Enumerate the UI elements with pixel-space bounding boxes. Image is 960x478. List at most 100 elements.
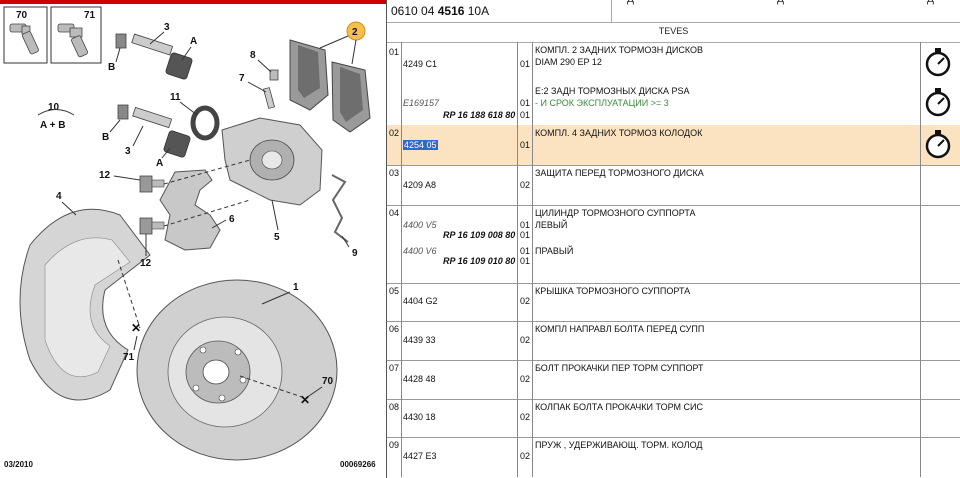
boot-a-bottom [163, 130, 191, 158]
quantity: 01 [520, 59, 531, 69]
callout-8: 8 [250, 50, 256, 61]
part-code[interactable]: 4439 33 [403, 335, 436, 345]
callout-a-top: A [190, 36, 197, 47]
rp-number[interactable]: RP 16 109 008 80 [443, 230, 515, 240]
table-row[interactable]: 01 4249 C1 01 КОМПЛ. 2 ЗАДНИХ ТОРМОЗН ДИ… [387, 42, 960, 126]
callout-12-top: 12 [99, 170, 111, 181]
callout-5: 6 [229, 214, 235, 225]
quantity: 01 [520, 220, 531, 230]
part-code[interactable]: 4249 C1 [403, 59, 437, 69]
bolt-b-bottom [117, 104, 129, 120]
bleed-cap [269, 69, 279, 81]
exploded-diagram: 70 71 10 A + B 4 1 70 ✕ ✕ 71 6 5 2 9 8 7… [0, 0, 387, 478]
callout-b-top: B [108, 62, 115, 73]
guide-pin-bottom [132, 106, 173, 129]
table-row[interactable]: 08 4430 18 02 КОЛПАК БОЛТА ПРОКАЧКИ ТОРМ… [387, 399, 960, 438]
bolt-12-bottom [139, 217, 153, 235]
callout-6-top: 3 [164, 22, 170, 33]
diagram-id: 00069266 [340, 460, 376, 469]
truncated-text: д [777, 0, 784, 5]
part-code[interactable]: 4209 A8 [403, 180, 436, 190]
part-description: ЗАЩИТА ПЕРЕД ТОРМОЗНОГО ДИСКА [535, 168, 704, 178]
part-description: КОЛПАК БОЛТА ПРОКАЧКИ ТОРМ СИС [535, 402, 703, 412]
quantity: 01 [520, 98, 531, 108]
callout-71: 71 [123, 352, 135, 363]
part-description: КОМПЛ. 2 ЗАДНИХ ТОРМОЗН ДИСКОВ [535, 45, 703, 55]
quantity: 02 [520, 335, 531, 345]
table-row-selected[interactable]: 02 4254 05 01 КОМПЛ. 4 ЗАДНИХ ТОРМОЗ КОЛ… [387, 125, 960, 166]
variant-label: ЛЕВЫЙ [535, 220, 568, 230]
part-description: БОЛТ ПРОКАЧКИ ПЕР ТОРМ СУППОРТ [535, 363, 704, 373]
quantity: 02 [520, 412, 531, 422]
rp-number[interactable]: RP 16 188 618 80 [443, 110, 515, 120]
stopwatch-icon[interactable] [923, 87, 953, 117]
variant-label: ПРАВЫЙ [535, 246, 574, 256]
part-description-2: DIAM 290 EP 12 [535, 57, 602, 67]
callout-11: 11 [170, 92, 181, 103]
part-code-selected[interactable]: 4254 05 [403, 140, 438, 150]
stopwatch-icon[interactable] [923, 129, 953, 159]
row-number: 02 [389, 128, 400, 138]
truncated-text: д [927, 0, 934, 5]
part-description: КОМПЛ. 4 ЗАДНИХ ТОРМОЗ КОЛОДОК [535, 128, 703, 138]
cross-mark-icon: ✕ [131, 321, 141, 335]
quantity: 02 [520, 374, 531, 384]
callout-70: 70 [322, 376, 334, 387]
row-number: 07 [389, 363, 400, 373]
table-row[interactable]: 09 4427 E3 02 ПРУЖ , УДЕРЖИВАЮЩ. ТОРМ. К… [387, 437, 960, 477]
table-row[interactable]: 06 4439 33 02 КОМПЛ НАПРАВЛ БОЛТА ПЕРЕД … [387, 321, 960, 361]
bolt-12-top [139, 175, 153, 193]
bolt-b-top [115, 33, 127, 49]
part-code[interactable]: 4430 18 [403, 412, 436, 422]
truncated-text: д [627, 0, 634, 5]
stopwatch-icon[interactable] [923, 47, 953, 77]
boot-a-top [165, 52, 193, 80]
table-row[interactable]: 03 4209 A8 02 ЗАЩИТА ПЕРЕД ТОРМОЗНОГО ДИ… [387, 165, 960, 206]
table-row[interactable]: 05 4404 G2 02 КРЫШКА ТОРМОЗНОГО СУППОРТА [387, 283, 960, 322]
table-row[interactable]: 04 ЦИЛИНДР ТОРМОЗНОГО СУППОРТА 4400 V5 R… [387, 205, 960, 284]
guide-pin-top [131, 33, 174, 56]
piston-seal [190, 105, 220, 141]
quantity: 01 [520, 246, 531, 256]
alt-part-code[interactable]: 4400 V5 [403, 220, 437, 230]
table-row[interactable]: 07 4428 48 02 БОЛТ ПРОКАЧКИ ПЕР ТОРМ СУП… [387, 360, 960, 400]
quantity: 01 [520, 230, 531, 240]
callout-4: 5 [274, 232, 280, 243]
row-number: 01 [389, 47, 400, 57]
callout-a-bottom: A [156, 158, 163, 169]
brand-name: TEVES [658, 26, 689, 36]
red-top-bar [0, 0, 386, 4]
alt-part-code[interactable]: E169157 [403, 98, 439, 108]
table-header: 0610 04 4516 10A д д д [387, 0, 960, 23]
part-code[interactable]: 4428 48 [403, 374, 436, 384]
part-code[interactable]: 4427 E3 [403, 451, 437, 461]
quantity: 01 [520, 140, 531, 150]
parts-table: 0610 04 4516 10A д д д TEVES 01 4249 C1 … [387, 0, 960, 478]
diagram-date: 03/2010 [4, 460, 33, 469]
callout-9: 9 [352, 248, 358, 259]
part-description: КРЫШКА ТОРМОЗНОГО СУППОРТА [535, 286, 691, 296]
rp-number[interactable]: RP 16 109 010 80 [443, 256, 515, 266]
bleed-screw [263, 87, 275, 109]
part-code[interactable]: 4404 G2 [403, 296, 438, 306]
callout-2: 2 [352, 27, 358, 38]
brand-row: TEVES [387, 22, 960, 43]
cross-mark-icon: ✕ [300, 393, 310, 407]
row-number: 04 [389, 208, 400, 218]
quantity: 02 [520, 180, 531, 190]
row-number: 08 [389, 402, 400, 412]
callout-12-bottom: 12 [140, 258, 152, 269]
callout-6-bottom: 3 [125, 146, 131, 157]
callout-7: 7 [239, 73, 245, 84]
quantity: 01 [520, 110, 531, 120]
quantity: 01 [520, 256, 531, 266]
row-number: 06 [389, 324, 400, 334]
row-number: 05 [389, 286, 400, 296]
callout-1: 1 [293, 282, 299, 293]
part-note: - И СРОК ЭКСПЛУАТАЦИИ >= 3 [535, 98, 669, 108]
brake-diagram-svg: 70 71 10 A + B 4 1 70 ✕ ✕ 71 6 5 2 9 8 7… [0, 0, 386, 469]
alt-part-code[interactable]: 4400 V6 [403, 246, 437, 256]
part-description: ПРУЖ , УДЕРЖИВАЮЩ. ТОРМ. КОЛОД [535, 440, 703, 450]
callout-b-bottom: B [102, 132, 109, 143]
catalog-reference: 0610 04 4516 10A [391, 4, 490, 18]
